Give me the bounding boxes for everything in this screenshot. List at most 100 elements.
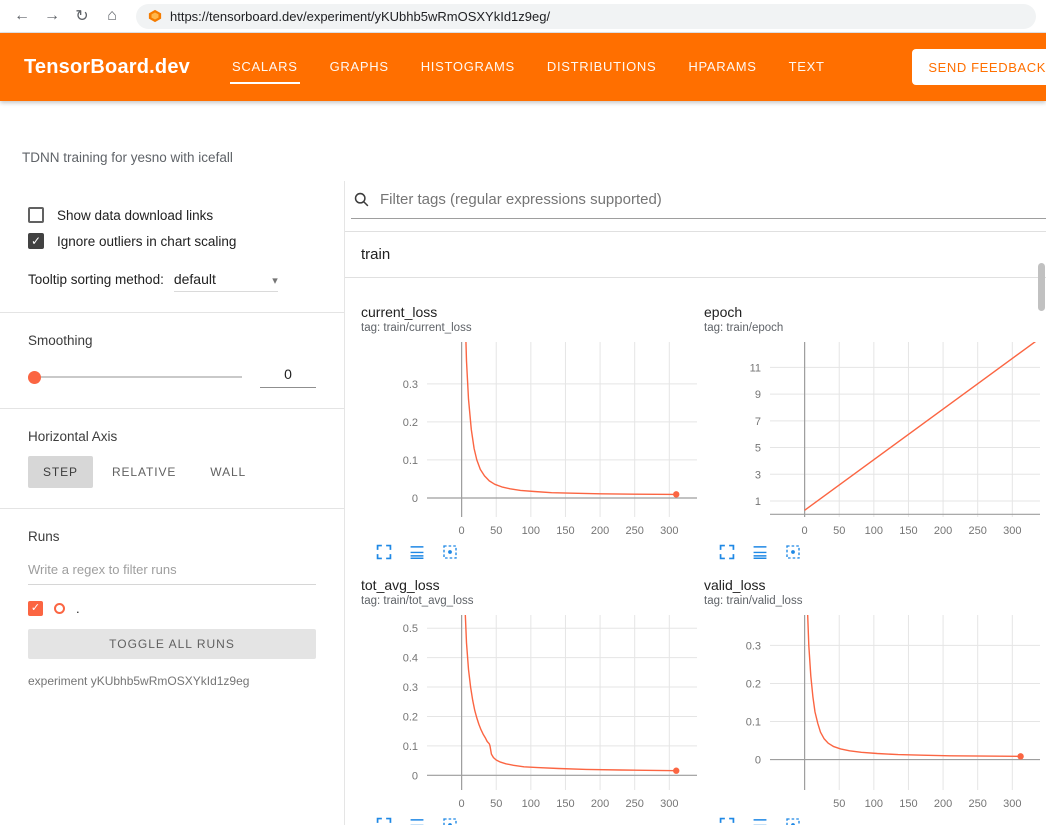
svg-text:150: 150 [899,798,917,810]
svg-text:150: 150 [899,525,917,537]
tab-scalars[interactable]: SCALARS [230,51,300,84]
smoothing-value-input[interactable]: 0 [260,366,316,388]
smoothing-slider-thumb[interactable] [28,371,41,384]
axis-step-button[interactable]: STEP [28,456,93,488]
toggle-all-runs-button[interactable]: TOGGLE ALL RUNS [28,629,316,659]
tooltip-sorting-select[interactable]: default ▾ [174,271,278,292]
divider [0,312,344,313]
svg-text:7: 7 [755,416,761,428]
show-download-links-checkbox[interactable]: Show data download links [28,207,316,223]
settings-sidebar: Show data download links ✓ Ignore outlie… [0,181,345,825]
chart-card-tot_avg_loss: tot_avg_loss tag: train/tot_avg_loss 0 50 10… [361,577,704,825]
svg-text:100: 100 [522,798,540,810]
tab-distributions[interactable]: DISTRIBUTIONS [545,51,659,84]
fit-domain-icon[interactable] [784,543,802,561]
fullscreen-icon[interactable] [718,543,736,561]
scrollbar-thumb[interactable] [1038,263,1045,311]
home-icon[interactable]: ⌂ [100,4,124,28]
chart-plot-tot_avg_loss[interactable]: 05010015020025030000.10.20.30.40.5 [361,611,701,811]
log-scale-icon[interactable] [408,816,426,825]
search-icon [353,191,370,208]
svg-text:300: 300 [660,525,678,537]
main-content: train current_losstag: train/current_los… [345,181,1046,825]
run-color-swatch-icon [54,603,65,614]
log-scale-icon[interactable] [751,543,769,561]
svg-text:0.5: 0.5 [403,623,418,635]
send-feedback-button[interactable]: SEND FEEDBACK [912,49,1046,85]
tab-hparams[interactable]: HPARAMS [686,51,758,84]
svg-text:0: 0 [459,525,465,537]
checkbox-unchecked-icon [28,207,44,223]
svg-text:50: 50 [833,525,845,537]
svg-text:250: 250 [969,798,987,810]
log-scale-icon[interactable] [751,816,769,825]
svg-text:100: 100 [865,525,883,537]
svg-text:300: 300 [660,798,678,810]
chevron-down-icon: ▾ [272,274,278,287]
checkbox-checked-icon: ✓ [28,233,44,249]
horizontal-axis-label: Horizontal Axis [28,429,316,444]
divider [0,408,344,409]
svg-text:0.1: 0.1 [403,455,418,467]
runs-label: Runs [28,529,316,544]
chart-title: epoch [704,304,1046,320]
tab-text[interactable]: TEXT [787,51,827,84]
run-list-item[interactable]: ✓ . [28,601,316,616]
run-checkbox-icon[interactable]: ✓ [28,601,43,616]
axis-wall-button[interactable]: WALL [195,456,261,488]
chart-card-current_loss: current_losstag: train/current_loss05010… [361,304,704,561]
svg-text:200: 200 [591,525,609,537]
svg-text:150: 150 [556,525,574,537]
chart-tag: tag: train/epoch [704,322,1046,334]
url-input[interactable] [170,9,1024,24]
tab-histograms[interactable]: HISTOGRAMS [419,51,517,84]
svg-text:0.1: 0.1 [746,717,761,729]
chart-toolbar [361,811,704,825]
svg-text:300: 300 [1003,525,1021,537]
smoothing-label: Smoothing [28,333,316,348]
tag-filter-input[interactable] [380,191,1046,208]
fit-domain-icon[interactable] [784,816,802,825]
app-header: TensorBoard.dev SCALARS GRAPHS HISTOGRAM… [0,33,1046,101]
fit-domain-icon[interactable] [441,543,459,561]
chart-plot-current_loss[interactable]: 05010015020025030000.10.20.3 [361,338,701,538]
ignore-outliers-checkbox[interactable]: ✓ Ignore outliers in chart scaling [28,233,316,249]
train-section-header[interactable]: train [345,232,1046,278]
svg-text:50: 50 [490,525,502,537]
chart-card-epoch: epochtag: train/epoch0501001502002503001… [704,304,1046,561]
chart-plot-epoch[interactable]: 0501001502002503001357911 [704,338,1044,538]
svg-text:0.3: 0.3 [403,682,418,694]
fullscreen-icon[interactable] [375,816,393,825]
svg-text:0.2: 0.2 [746,678,761,690]
svg-text:250: 250 [626,525,644,537]
forward-icon[interactable]: → [40,4,64,28]
checkbox-label: Ignore outliers in chart scaling [57,234,236,249]
svg-text:50: 50 [490,798,502,810]
address-bar[interactable] [136,4,1036,29]
top-nav-tabs: SCALARS GRAPHS HISTOGRAMS DISTRIBUTIONS … [230,33,827,101]
chart-title: current_loss [361,304,704,320]
svg-text:0.1: 0.1 [403,741,418,753]
reload-icon[interactable]: ↻ [70,4,94,28]
runs-filter-input[interactable] [28,558,316,585]
chart-title: tot_avg_loss [361,577,704,593]
svg-text:300: 300 [1003,798,1021,810]
svg-text:250: 250 [626,798,644,810]
svg-text:0.2: 0.2 [403,417,418,429]
log-scale-icon[interactable] [408,543,426,561]
fullscreen-icon[interactable] [718,816,736,825]
fullscreen-icon[interactable] [375,543,393,561]
svg-text:100: 100 [522,525,540,537]
smoothing-slider[interactable] [28,376,242,378]
svg-text:0: 0 [802,525,808,537]
tooltip-sorting-label: Tooltip sorting method: [28,272,164,287]
tab-graphs[interactable]: GRAPHS [328,51,391,84]
svg-text:0.3: 0.3 [746,640,761,652]
chart-plot-valid_loss[interactable]: 5010015020025030000.10.20.3 [704,611,1044,811]
chart-tag: tag: train/tot_avg_loss [361,595,704,607]
svg-text:3: 3 [755,469,761,481]
svg-text:0: 0 [459,798,465,810]
axis-relative-button[interactable]: RELATIVE [97,456,191,488]
back-icon[interactable]: ← [10,4,34,28]
fit-domain-icon[interactable] [441,816,459,825]
